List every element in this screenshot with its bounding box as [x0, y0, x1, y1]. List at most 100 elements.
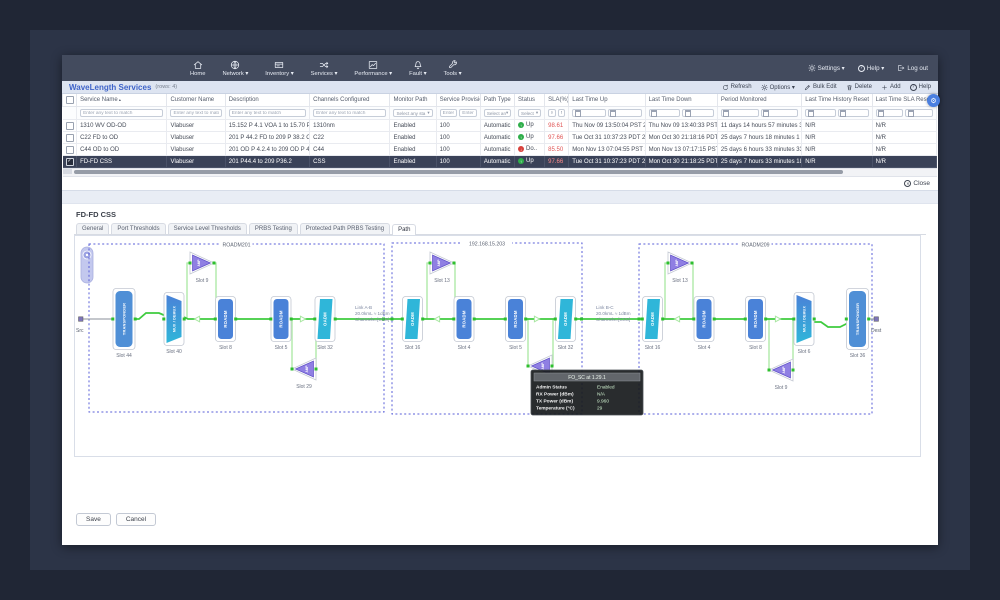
bulk-edit-button[interactable]: Bulk Edit: [804, 84, 837, 91]
filter-date-input[interactable]: [649, 109, 681, 117]
save-button[interactable]: Save: [76, 513, 111, 526]
horizontal-scrollbar-track[interactable]: [63, 168, 937, 177]
filter-date-input[interactable]: [838, 109, 869, 117]
svg-text:Channels=[CSS]: Channels=[CSS]: [596, 317, 630, 322]
node-roadm[interactable]: ROADMSlot 4: [452, 297, 475, 352]
tab-path[interactable]: Path: [392, 224, 416, 235]
node-mux[interactable]: MUX / DEMUXSlot 6: [792, 293, 815, 356]
filter-min-input[interactable]: [440, 109, 458, 117]
nav-item-home[interactable]: Home: [190, 60, 205, 77]
node-roadm[interactable]: ROADMSlot 8: [214, 297, 237, 352]
column-header[interactable]: Service Name ▴: [77, 94, 167, 107]
filter-max-input[interactable]: [558, 109, 566, 117]
options-button[interactable]: Options ▾: [761, 84, 795, 91]
row-checkbox[interactable]: [66, 146, 74, 154]
amp-node[interactable]: AMPSlot 13: [429, 252, 456, 284]
column-header[interactable]: Description: [225, 94, 309, 107]
column-header[interactable]: Path Type: [480, 94, 514, 107]
filter-input[interactable]: [229, 109, 306, 117]
nav-item-network[interactable]: Network ▾: [222, 60, 248, 77]
column-header[interactable]: Customer Name: [167, 94, 225, 107]
node-roadm[interactable]: ROADMSlot 8: [744, 297, 767, 352]
svg-text:Dest: Dest: [871, 328, 882, 334]
row-checkbox[interactable]: [66, 134, 74, 142]
tab-port-thresholds[interactable]: Port Thresholds: [111, 223, 165, 234]
node-roadm[interactable]: ROADMSlot 5: [269, 297, 292, 352]
tab-service-level-thresholds[interactable]: Service Level Thresholds: [168, 223, 247, 234]
amp-node[interactable]: AMPSlot 9: [768, 359, 795, 391]
table-row[interactable]: 1310 WV OD-ODVlabuser15.152 P 4.1 VOA 1 …: [63, 120, 937, 132]
nav-item-tools[interactable]: Tools ▾: [444, 60, 462, 77]
row-checkbox[interactable]: [66, 122, 74, 130]
filter-select[interactable]: Select▾: [518, 109, 541, 117]
select-all-checkbox[interactable]: [66, 96, 74, 104]
filter-input[interactable]: [313, 109, 386, 117]
status-label: Up: [526, 134, 534, 140]
table-row[interactable]: C22 FD to ODVlabuser201 P 44.2 FD to 209…: [63, 132, 937, 144]
amp-node[interactable]: AMPSlot 13: [667, 252, 694, 284]
column-header[interactable]: Last Time Up: [569, 94, 645, 107]
tab-protected-path-prbs-testing[interactable]: Protected Path PRBS Testing: [300, 223, 390, 234]
add-button[interactable]: Add: [881, 84, 901, 91]
filter-date-input[interactable]: [682, 109, 714, 117]
nav-item-help[interactable]: ?Help ▾: [858, 65, 885, 72]
filter-date-input[interactable]: [608, 109, 642, 117]
chevron-down-icon: ▾: [536, 110, 538, 116]
slot-label: Slot 40: [166, 349, 182, 355]
node-roadm[interactable]: ROADMSlot 5: [504, 297, 527, 352]
nav-item-log-out[interactable]: Log out: [897, 64, 928, 72]
amp-node[interactable]: AMPSlot 9: [189, 252, 216, 284]
tab-prbs-testing[interactable]: PRBS Testing: [249, 223, 298, 234]
filter-select[interactable]: Select any sta▾: [393, 109, 432, 117]
help-button[interactable]: ?Help: [910, 84, 931, 91]
column-header[interactable]: Last Time Down: [645, 94, 717, 107]
filter-input[interactable]: [80, 109, 163, 117]
filter-select[interactable]: Select an▾: [484, 109, 511, 117]
node-oadm[interactable]: OADMSlot 16: [401, 297, 424, 352]
column-header[interactable]: Last Time History Reset: [802, 94, 872, 107]
filter-min-input[interactable]: [548, 109, 556, 117]
node-roadm[interactable]: ROADMSlot 4: [692, 297, 715, 352]
filter-max-input[interactable]: [459, 109, 477, 117]
nav-item-services[interactable]: Services ▾: [311, 60, 338, 77]
filter-date-input[interactable]: [761, 109, 799, 117]
column-header[interactable]: Period Monitored: [717, 94, 801, 107]
node-transponder[interactable]: TRANSPONDERSlot 44: [111, 289, 136, 360]
close-detail-button[interactable]: ✕ Close: [904, 180, 930, 187]
filter-date-input[interactable]: [721, 109, 759, 117]
column-header[interactable]: Service Provisioned (%): [436, 94, 480, 107]
column-header[interactable]: Channels Configured: [310, 94, 390, 107]
select-all-header[interactable]: [63, 94, 77, 107]
table-row[interactable]: ✓FD-FD CSSVlabuser201 P44.4 to 209 P36.2…: [63, 156, 937, 168]
filter-date-input[interactable]: [876, 109, 904, 117]
refresh-button[interactable]: Refresh: [722, 84, 752, 91]
column-header[interactable]: Status: [515, 94, 545, 107]
sla-reset-cell: N/R: [872, 144, 936, 156]
services-table: Service Name ▴Customer NameDescriptionCh…: [62, 94, 937, 168]
amp-node[interactable]: AMPSlot 29: [291, 358, 318, 390]
node-transponder[interactable]: TRANSPONDERSlot 36: [845, 289, 870, 360]
table-row[interactable]: C44 OD to ODVlabuser201 OD P 4.2.4 to 20…: [63, 144, 937, 156]
tab-general[interactable]: General: [76, 223, 109, 234]
canvas-toolbar[interactable]: [81, 247, 93, 283]
horizontal-scrollbar-thumb[interactable]: [74, 170, 843, 174]
nav-item-settings[interactable]: Settings ▾: [808, 64, 845, 72]
topology-canvas[interactable]: ROADM201192.168.15.203ROADM209TRANSPONDE…: [74, 235, 921, 457]
nav-item-fault[interactable]: Fault ▾: [409, 60, 426, 77]
nav-item-performance[interactable]: Performance ▾: [354, 60, 392, 77]
node-mux[interactable]: MUX / DEMUXSlot 40: [162, 293, 185, 356]
delete-button[interactable]: Delete: [846, 84, 872, 91]
filter-input[interactable]: [170, 109, 221, 117]
column-header[interactable]: SLA(%): [545, 94, 569, 107]
column-config-button[interactable]: ⚙: [927, 94, 940, 107]
nav-item-inventory[interactable]: Inventory ▾: [265, 60, 293, 77]
column-header[interactable]: Monitor Path: [390, 94, 436, 107]
filter-date-input[interactable]: [905, 109, 933, 117]
node-oadm[interactable]: OADMSlot 32: [554, 297, 577, 352]
filter-date-input[interactable]: [572, 109, 606, 117]
node-oadm[interactable]: OADMSlot 32: [313, 297, 336, 352]
cancel-button[interactable]: Cancel: [116, 513, 156, 526]
filter-date-input[interactable]: [805, 109, 836, 117]
row-checkbox[interactable]: ✓: [66, 158, 74, 166]
node-oadm[interactable]: OADMSlot 16: [641, 297, 664, 352]
